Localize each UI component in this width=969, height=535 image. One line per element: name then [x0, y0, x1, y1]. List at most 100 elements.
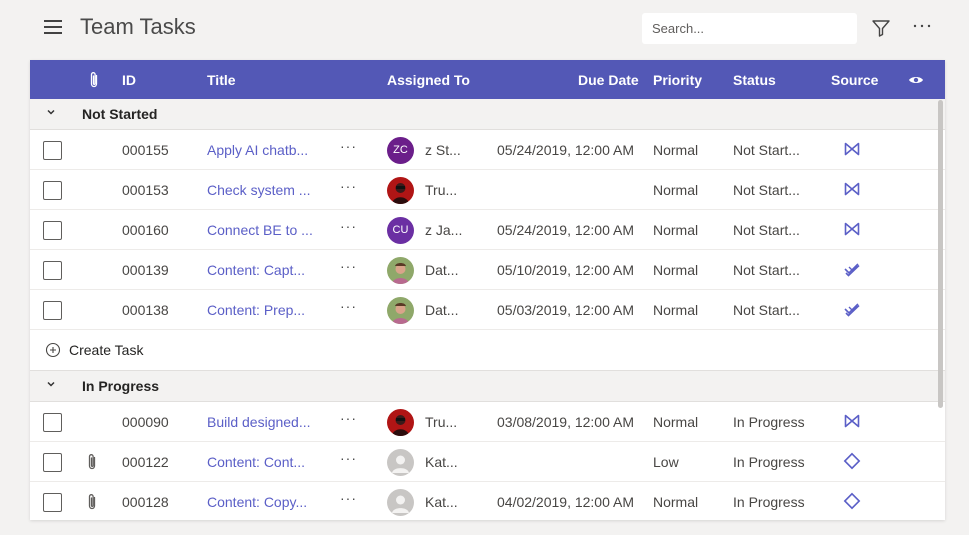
- eye-icon[interactable]: [908, 73, 924, 90]
- table-row[interactable]: 000155 Apply AI chatb... ··· ZC z St... 05/24…: [30, 130, 945, 170]
- page-title: Team Tasks: [80, 14, 196, 39]
- paperclip-icon: [86, 453, 98, 474]
- assignee-name: Dat...: [425, 302, 459, 318]
- row-more-options-icon[interactable]: ···: [340, 410, 357, 426]
- table-row[interactable]: 000139 Content: Capt... ··· Dat... 05/10/201…: [30, 250, 945, 290]
- assignee-name: Tru...: [425, 414, 458, 430]
- top-bar: Team Tasks: [0, 0, 969, 58]
- visual-studio-icon[interactable]: [843, 412, 861, 433]
- table-row[interactable]: 000138 Content: Prep... ··· Dat... 05/03/201…: [30, 290, 945, 330]
- due-date: 05/03/2019, 12:00 AM: [497, 302, 634, 318]
- column-header-priority[interactable]: Priority: [653, 72, 702, 88]
- diamond-icon[interactable]: [843, 492, 861, 513]
- create-task-label: Create Task: [69, 342, 144, 358]
- task-title-link[interactable]: Check system ...: [207, 182, 310, 198]
- planner-icon[interactable]: [843, 300, 861, 321]
- status: In Progress: [733, 494, 805, 510]
- row-more-options-icon[interactable]: ···: [340, 218, 357, 234]
- status: In Progress: [733, 414, 805, 430]
- column-header-id[interactable]: ID: [122, 72, 136, 88]
- avatar: [387, 257, 414, 284]
- table-row[interactable]: 000128 Content: Copy... ··· Kat... 04/02/201…: [30, 482, 945, 520]
- priority: Normal: [653, 262, 699, 278]
- visual-studio-icon[interactable]: [843, 140, 861, 161]
- row-more-options-icon[interactable]: ···: [340, 490, 357, 506]
- row-more-options-icon[interactable]: ···: [340, 138, 357, 154]
- task-id: 000153: [122, 182, 169, 198]
- paperclip-icon: [88, 71, 100, 92]
- table-row[interactable]: 000160 Connect BE to ... ··· CU z Ja... 05/24…: [30, 210, 945, 250]
- avatar: CU: [387, 217, 414, 244]
- row-more-options-icon[interactable]: ···: [340, 178, 357, 194]
- task-title-link[interactable]: Content: Copy...: [207, 494, 307, 510]
- status: Not Start...: [733, 222, 800, 238]
- status: In Progress: [733, 454, 805, 470]
- create-task-button[interactable]: Create Task: [30, 330, 945, 371]
- table-row[interactable]: 000122 Content: Cont... ··· Kat... Low In Pro…: [30, 442, 945, 482]
- column-header-assigned-to[interactable]: Assigned To: [387, 72, 470, 88]
- table-row[interactable]: 000090 Build designed... ··· Tru... 03/08/20…: [30, 402, 945, 442]
- diamond-icon[interactable]: [843, 452, 861, 473]
- row-checkbox[interactable]: [43, 221, 62, 240]
- task-id: 000155: [122, 142, 169, 158]
- due-date: 05/24/2019, 12:00 AM: [497, 142, 634, 158]
- assignee-name: z St...: [425, 142, 461, 158]
- group-title: Not Started: [82, 106, 158, 122]
- priority: Normal: [653, 302, 699, 318]
- priority: Normal: [653, 142, 699, 158]
- visual-studio-icon[interactable]: [843, 180, 861, 201]
- filter-icon[interactable]: [870, 17, 892, 39]
- task-title-link[interactable]: Content: Prep...: [207, 302, 305, 318]
- group-header-row[interactable]: In Progress: [30, 371, 945, 402]
- assignee-name: Tru...: [425, 182, 458, 198]
- vertical-scrollbar[interactable]: [938, 100, 943, 408]
- task-title-link[interactable]: Content: Capt...: [207, 262, 305, 278]
- row-checkbox[interactable]: [43, 413, 62, 432]
- avatar: [387, 297, 414, 324]
- task-grid: ID Title Assigned To Due Date Priority S…: [30, 60, 945, 520]
- due-date: 04/02/2019, 12:00 AM: [497, 494, 634, 510]
- status: Not Start...: [733, 302, 800, 318]
- more-options-icon[interactable]: [910, 14, 934, 38]
- row-checkbox[interactable]: [43, 141, 62, 160]
- search-input[interactable]: [642, 13, 857, 44]
- due-date: 05/24/2019, 12:00 AM: [497, 222, 634, 238]
- due-date: 05/10/2019, 12:00 AM: [497, 262, 634, 278]
- row-checkbox[interactable]: [43, 181, 62, 200]
- row-checkbox[interactable]: [43, 301, 62, 320]
- status: Not Start...: [733, 142, 800, 158]
- row-more-options-icon[interactable]: ···: [340, 450, 357, 466]
- task-id: 000139: [122, 262, 169, 278]
- priority: Low: [653, 454, 679, 470]
- planner-icon[interactable]: [843, 260, 861, 281]
- row-checkbox[interactable]: [43, 493, 62, 512]
- priority: Normal: [653, 222, 699, 238]
- task-title-link[interactable]: Connect BE to ...: [207, 222, 313, 238]
- row-more-options-icon[interactable]: ···: [340, 298, 357, 314]
- task-title-link[interactable]: Content: Cont...: [207, 454, 305, 470]
- task-id: 000122: [122, 454, 169, 470]
- grid-body: Not Started 000155 Apply AI chatb... ··· ZC z…: [30, 99, 945, 520]
- group-title: In Progress: [82, 378, 160, 394]
- column-header-source[interactable]: Source: [831, 72, 878, 88]
- chevron-down-icon[interactable]: [46, 107, 56, 120]
- column-header-due-date[interactable]: Due Date: [578, 72, 639, 88]
- column-header-title[interactable]: Title: [207, 72, 236, 88]
- assignee-name: Dat...: [425, 262, 459, 278]
- group-header-row[interactable]: Not Started: [30, 99, 945, 130]
- status: Not Start...: [733, 262, 800, 278]
- add-circle-icon: [45, 342, 61, 361]
- task-title-link[interactable]: Apply AI chatb...: [207, 142, 308, 158]
- task-id: 000138: [122, 302, 169, 318]
- row-checkbox[interactable]: [43, 453, 62, 472]
- column-header-status[interactable]: Status: [733, 72, 776, 88]
- due-date: 03/08/2019, 12:00 AM: [497, 414, 634, 430]
- visual-studio-icon[interactable]: [843, 220, 861, 241]
- hamburger-menu-icon[interactable]: [44, 20, 62, 34]
- task-id: 000128: [122, 494, 169, 510]
- task-title-link[interactable]: Build designed...: [207, 414, 311, 430]
- row-more-options-icon[interactable]: ···: [340, 258, 357, 274]
- table-row[interactable]: 000153 Check system ... ··· Tru... Normal Not…: [30, 170, 945, 210]
- row-checkbox[interactable]: [43, 261, 62, 280]
- chevron-down-icon[interactable]: [46, 379, 56, 392]
